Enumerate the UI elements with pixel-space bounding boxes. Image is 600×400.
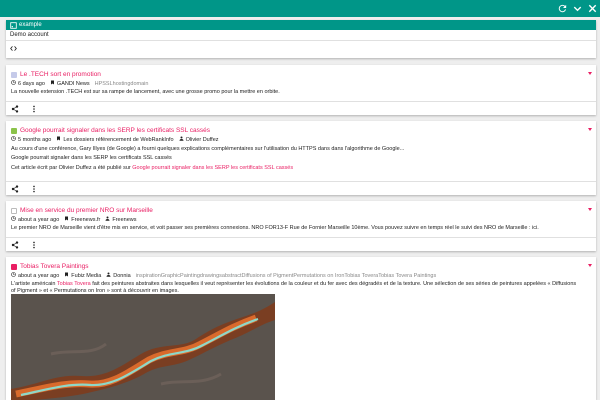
app-toolbar xyxy=(0,0,600,17)
share-icon[interactable] xyxy=(11,185,19,193)
attribution-text: Cet article écrit par Olivier Duffez a é… xyxy=(11,165,133,171)
article-time: 5 months ago xyxy=(18,136,52,143)
feed-card: example Demo account xyxy=(6,20,596,58)
more-options-icon[interactable] xyxy=(30,241,38,249)
article-author[interactable]: Donnia xyxy=(113,273,130,279)
article-attribution: Cet article écrit par Olivier Duffez a é… xyxy=(11,165,588,172)
source-favicon xyxy=(11,207,17,214)
article-summary: Le premier NRO de Marseille vient d'être… xyxy=(11,225,539,231)
clock-icon xyxy=(11,216,16,223)
embed-code-row xyxy=(6,40,596,56)
article-title[interactable]: Mise en service du premier NRO sur Marse… xyxy=(20,207,153,214)
article-source[interactable]: GANDI News xyxy=(57,81,90,87)
feed-title: example xyxy=(19,22,42,28)
person-icon xyxy=(105,216,110,223)
article-source[interactable]: Les dossiers référencement de WebRankInf… xyxy=(63,137,173,143)
bookmark-icon xyxy=(64,216,69,223)
article-card: Tobias Tovera Paintings about a year ago… xyxy=(6,257,596,400)
article-summary: La nouvelle extension .TECH est sur sa r… xyxy=(11,89,280,95)
bookmark-icon xyxy=(64,272,69,279)
attribution-link[interactable]: Google pourrait signaler dans les SERP l… xyxy=(132,165,293,171)
article-summary: Au cours d'une conférence, Gary Illyes (… xyxy=(11,146,405,152)
chevron-down-icon[interactable] xyxy=(588,264,592,267)
person-icon xyxy=(106,272,111,279)
source-favicon xyxy=(11,127,17,134)
article-link[interactable]: Google pourrait signaler dans les SERP l… xyxy=(11,155,588,162)
clock-icon xyxy=(11,272,16,279)
article-card: Google pourrait signaler dans les SERP l… xyxy=(6,121,596,195)
person-icon xyxy=(179,136,184,143)
artist-link[interactable]: Tobias Tovera xyxy=(57,281,91,287)
feed-header[interactable]: example xyxy=(6,20,596,30)
article-author[interactable]: Freenews xyxy=(112,217,136,223)
chevron-down-icon[interactable] xyxy=(588,128,592,131)
article-tags[interactable]: inspirationGraphicPaintingdrawingsabstra… xyxy=(136,273,437,279)
close-icon[interactable] xyxy=(587,3,598,14)
share-icon[interactable] xyxy=(11,241,19,249)
article-time: 6 days ago xyxy=(18,80,45,87)
source-favicon xyxy=(11,71,17,78)
source-favicon xyxy=(11,263,17,270)
summary-text: fait des peintures abstraites dans lesqu… xyxy=(90,281,577,287)
chevron-down-icon[interactable] xyxy=(588,72,592,75)
bookmark-icon xyxy=(50,80,55,87)
article-title[interactable]: Tobias Tovera Paintings xyxy=(20,263,89,270)
painting-image xyxy=(11,294,275,400)
article-summary: L'artiste américain Tobias Tovera fait d… xyxy=(11,281,588,288)
article-tags[interactable]: HPSSLhostingdomain xyxy=(95,81,149,87)
article-card: Mise en service du premier NRO sur Marse… xyxy=(6,201,596,251)
article-title[interactable]: Google pourrait signaler dans les SERP l… xyxy=(20,127,210,134)
feed-subtitle: Demo account xyxy=(10,32,49,38)
more-options-icon[interactable] xyxy=(30,105,38,113)
chevron-down-icon[interactable] xyxy=(588,208,592,211)
clock-icon xyxy=(11,80,16,87)
feed-icon xyxy=(10,21,17,29)
article-title[interactable]: Le .TECH sort en promotion xyxy=(20,71,101,78)
refresh-icon[interactable] xyxy=(557,3,568,14)
article-source[interactable]: Freenews.fr xyxy=(71,217,100,223)
article-card: Le .TECH sort en promotion 6 days ago GA… xyxy=(6,65,596,115)
expand-icon[interactable] xyxy=(572,3,583,14)
clock-icon xyxy=(11,136,16,143)
bookmark-icon xyxy=(56,136,61,143)
summary-text: L'artiste américain xyxy=(11,281,57,287)
more-options-icon[interactable] xyxy=(30,185,38,193)
share-icon[interactable] xyxy=(11,105,19,113)
article-time: about a year ago xyxy=(18,272,60,279)
article-time: about a year ago xyxy=(18,216,60,223)
code-icon[interactable] xyxy=(10,46,17,54)
article-source[interactable]: Fubiz Media xyxy=(71,273,101,279)
article-author[interactable]: Olivier Duffez xyxy=(186,137,219,143)
